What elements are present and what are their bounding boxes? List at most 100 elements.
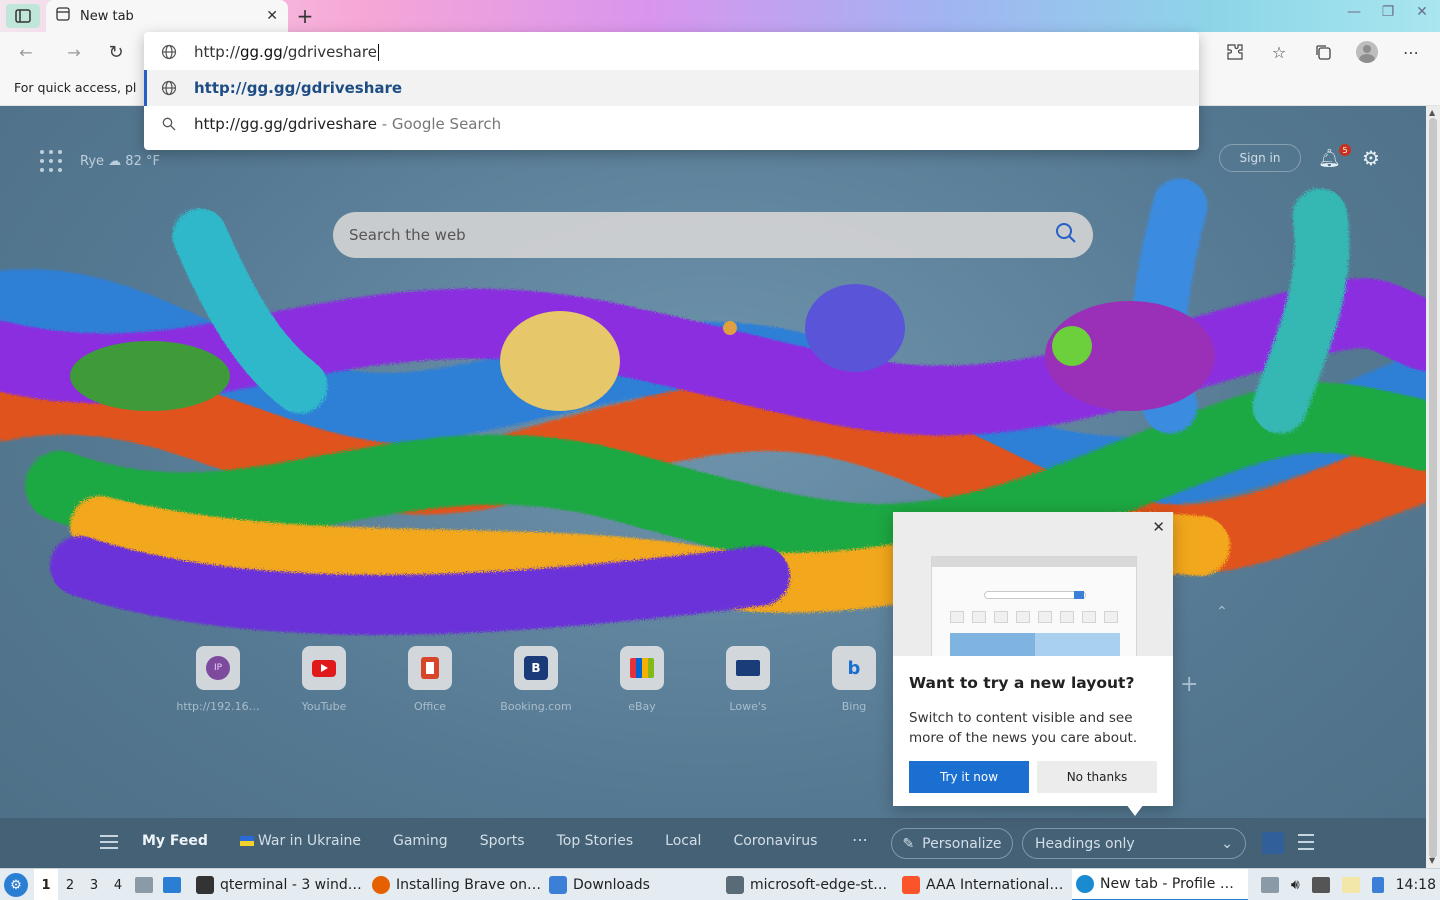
taskbar: ⚙ 1 2 3 4 qterminal - 3 wind… Installing…: [0, 868, 1440, 900]
quick-link-label: http://192.16…: [176, 700, 260, 713]
popup-close-icon[interactable]: ✕: [1152, 518, 1165, 536]
favorites-icon[interactable]: ☆: [1264, 38, 1294, 66]
collections-icon[interactable]: [1308, 38, 1338, 66]
ebay-icon: [630, 658, 654, 678]
new-tab-page: Rye ☁ 82 °F Sign in 🔔︎ 5 ⚙ Search the we…: [0, 106, 1426, 868]
back-icon[interactable]: ←: [14, 40, 38, 64]
content-visibility-value: Headings only: [1035, 835, 1135, 852]
try-it-now-button[interactable]: Try it now: [909, 761, 1029, 793]
restore-icon[interactable]: ❐: [1380, 4, 1396, 20]
updates-icon[interactable]: [1371, 877, 1384, 893]
scroll-thumb[interactable]: [1429, 118, 1437, 858]
weather-temp: 82 °F: [125, 153, 160, 169]
task-label: Installing Brave on…: [396, 877, 541, 893]
quick-link-label: Lowe's: [729, 700, 767, 713]
no-thanks-button[interactable]: No thanks: [1037, 761, 1157, 793]
volume-icon[interactable]: 🔊︎: [1291, 877, 1300, 893]
quick-link-label: eBay: [628, 700, 656, 713]
personalize-label: Personalize: [922, 835, 1002, 852]
tab-close-icon[interactable]: ✕: [266, 8, 278, 24]
top-left-controls: Rye ☁ 82 °F: [40, 150, 160, 172]
refresh-icon[interactable]: ↻: [104, 40, 128, 64]
workspace-1[interactable]: 1: [34, 869, 58, 900]
suggestion-url[interactable]: http://gg.gg/gdriveshare: [144, 70, 1199, 106]
address-bar-dropdown: http://gg.gg/gdriveshare http://gg.gg/gd…: [144, 32, 1199, 150]
quick-link-youtube[interactable]: YouTube: [302, 646, 346, 713]
notifications-bell-icon[interactable]: 🔔︎: [1318, 148, 1341, 169]
task-brave[interactable]: AAA International…: [898, 869, 1067, 900]
start-menu-icon[interactable]: ⚙: [4, 873, 28, 897]
pencil-icon: ✎: [902, 835, 915, 852]
task-firefox[interactable]: Installing Brave on…: [368, 869, 545, 900]
network-icon[interactable]: [1311, 877, 1330, 893]
layout-illustration: ✕: [893, 512, 1173, 656]
weather-location: Rye: [80, 153, 105, 169]
forward-icon[interactable]: →: [62, 40, 86, 64]
feed-tab-local[interactable]: Local: [665, 833, 701, 849]
show-desktop-icon[interactable]: [163, 877, 181, 893]
quick-link-ip[interactable]: IP http://192.16…: [176, 646, 260, 713]
file-manager-icon[interactable]: [135, 877, 153, 893]
collapse-chevron-up-icon[interactable]: ⌃: [1216, 604, 1228, 620]
tab-title: New tab: [80, 8, 134, 24]
more-menu-icon[interactable]: ⋯: [1396, 38, 1426, 66]
scroll-up-icon[interactable]: ▲: [1429, 108, 1435, 117]
list-layout-icon[interactable]: [1298, 834, 1314, 850]
quick-link-label: Booking.com: [500, 700, 572, 713]
apps-launcher-icon[interactable]: [40, 150, 62, 172]
minimize-icon[interactable]: —: [1346, 4, 1362, 20]
page-scrollbar[interactable]: ▲ ▼: [1426, 106, 1440, 868]
personalize-button[interactable]: ✎ Personalize: [891, 828, 1013, 859]
feed-tab-label: War in Ukraine: [257, 833, 361, 849]
sidebar-toggle-icon[interactable]: [6, 4, 40, 28]
profile-avatar-icon[interactable]: [1352, 38, 1382, 66]
background-image: [0, 178, 1426, 635]
task-edge[interactable]: New tab - Profile …: [1072, 869, 1248, 900]
popup-body: Switch to content visible and see more o…: [909, 710, 1138, 746]
extensions-icon[interactable]: [1220, 38, 1250, 66]
scroll-down-icon[interactable]: ▼: [1429, 856, 1435, 865]
weather-widget[interactable]: Rye ☁ 82 °F: [80, 154, 160, 169]
web-search-box[interactable]: Search the web: [333, 212, 1093, 258]
feed-tab-gaming[interactable]: Gaming: [393, 833, 448, 849]
search-icon[interactable]: [1055, 222, 1077, 248]
clipboard-icon[interactable]: [1260, 877, 1279, 893]
tab-new-tab[interactable]: New tab ✕: [46, 0, 288, 32]
suggestion-search[interactable]: http://gg.gg/gdriveshare - Google Search: [144, 106, 1199, 142]
workspace-switcher: 1 2 3 4: [34, 869, 130, 900]
workspace-4[interactable]: 4: [106, 869, 130, 900]
task-downloads[interactable]: Downloads: [545, 869, 654, 900]
chevron-down-icon: ⌄: [1221, 835, 1233, 852]
clock[interactable]: 14:18: [1396, 877, 1436, 893]
address-input[interactable]: http://gg.gg/gdriveshare: [144, 34, 1199, 70]
workspace-2[interactable]: 2: [58, 869, 82, 900]
quick-link-bing[interactable]: b Bing: [832, 646, 876, 713]
package-icon: [726, 876, 744, 894]
quick-link-ebay[interactable]: eBay: [620, 646, 664, 713]
new-tab-button[interactable]: +: [292, 4, 318, 28]
close-window-icon[interactable]: ✕: [1414, 4, 1430, 20]
grid-layout-icon[interactable]: [1262, 832, 1284, 854]
feed-tab-war-in-ukraine[interactable]: War in Ukraine: [239, 833, 361, 849]
feed-tab-coronavirus[interactable]: Coronavirus: [733, 833, 817, 849]
tab-page-icon: [56, 7, 70, 25]
add-site-plus-icon[interactable]: +: [1180, 672, 1198, 697]
task-qterminal[interactable]: qterminal - 3 wind…: [192, 869, 366, 900]
feed-tab-top-stories[interactable]: Top Stories: [557, 833, 634, 849]
ukraine-flag-icon: [239, 836, 254, 846]
text-caret: [377, 44, 379, 61]
quick-link-lowes[interactable]: Lowe's: [726, 646, 770, 713]
feed-tab-my-feed[interactable]: My Feed: [142, 833, 208, 849]
more-tabs-icon[interactable]: ⋯: [852, 830, 868, 849]
notes-icon[interactable]: [1341, 877, 1360, 893]
quick-link-booking[interactable]: B Booking.com: [500, 646, 572, 713]
feed-tab-sports[interactable]: Sports: [480, 833, 525, 849]
feed-menu-icon[interactable]: [100, 835, 118, 849]
sign-in-button[interactable]: Sign in: [1219, 144, 1301, 172]
page-settings-gear-icon[interactable]: ⚙: [1362, 146, 1380, 170]
workspace-3[interactable]: 3: [82, 869, 106, 900]
task-installer[interactable]: microsoft-edge-st…: [722, 869, 891, 900]
content-visibility-select[interactable]: Headings only ⌄: [1022, 828, 1246, 859]
quick-link-office[interactable]: Office: [408, 646, 452, 713]
task-label: qterminal - 3 wind…: [220, 877, 362, 893]
